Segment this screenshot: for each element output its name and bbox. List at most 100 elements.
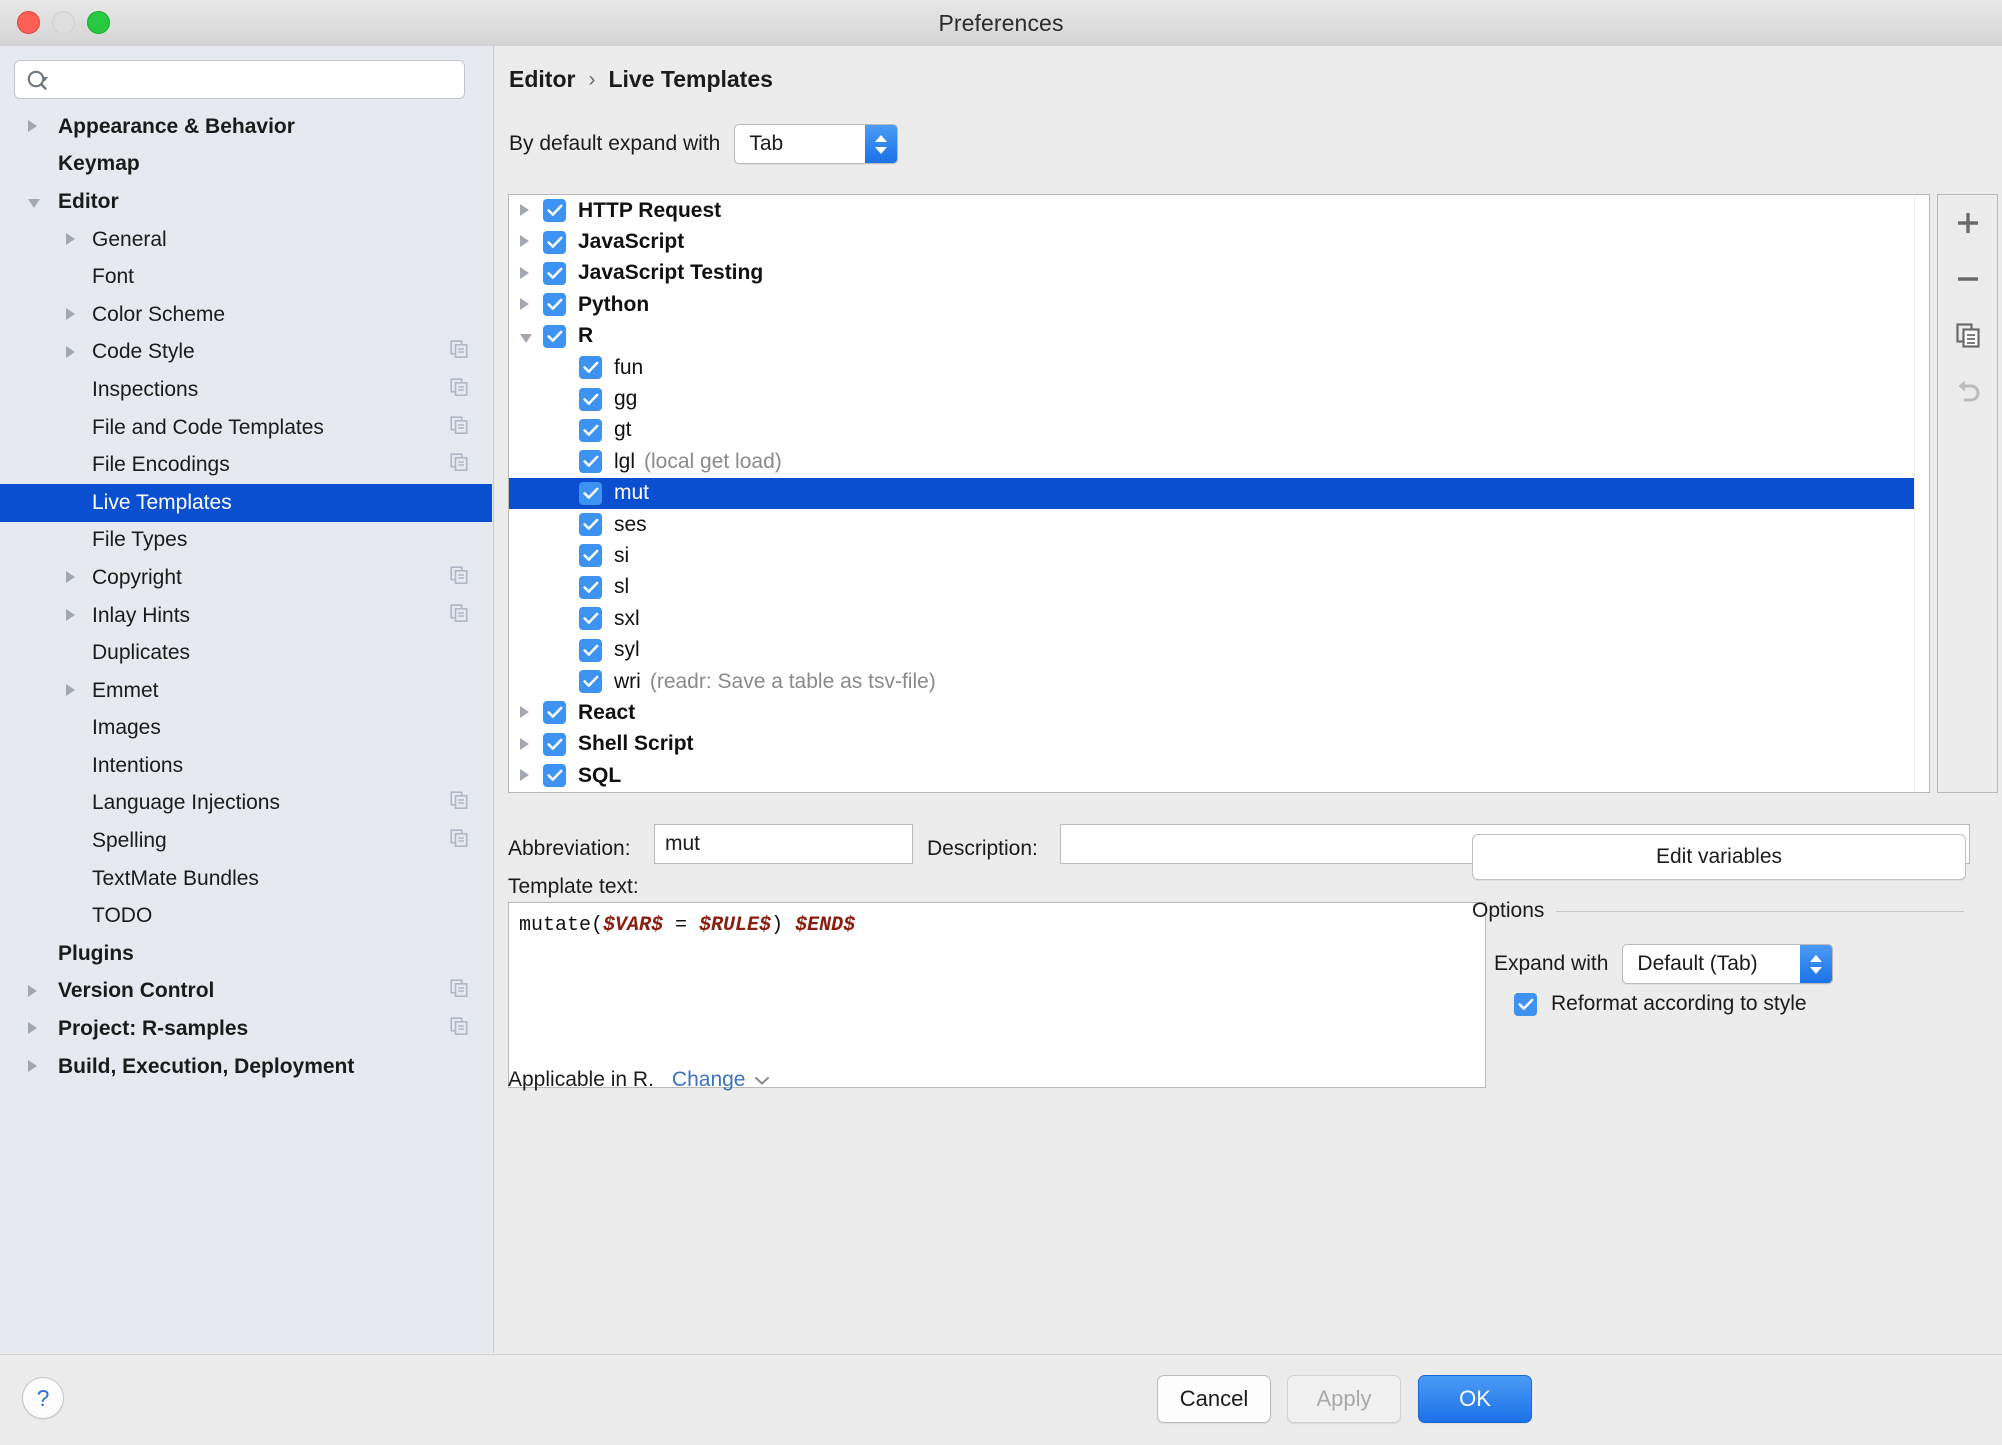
- template-checkbox[interactable]: [543, 293, 566, 317]
- template-checkbox[interactable]: [579, 481, 602, 505]
- template-row[interactable]: HTTP Request: [509, 195, 1929, 226]
- template-checkbox[interactable]: [543, 324, 566, 348]
- abbreviation-input[interactable]: [655, 827, 912, 861]
- sidebar-item-color-scheme[interactable]: Color Scheme: [0, 296, 492, 334]
- sidebar-item-todo[interactable]: TODO: [0, 897, 492, 935]
- add-template-button[interactable]: [1938, 195, 1997, 251]
- edit-variables-button[interactable]: Edit variables: [1472, 834, 1966, 880]
- sidebar-item-inspections[interactable]: Inspections: [0, 371, 492, 409]
- template-checkbox[interactable]: [543, 701, 566, 725]
- template-row[interactable]: mut: [509, 477, 1929, 509]
- chevron-down-icon[interactable]: [520, 333, 532, 343]
- chevron-right-icon[interactable]: [520, 235, 529, 248]
- template-checkbox[interactable]: [579, 387, 602, 411]
- template-text-editor[interactable]: mutate($VAR$ = $RULE$) $END$: [508, 902, 1486, 1088]
- template-checkbox[interactable]: [579, 638, 602, 662]
- cancel-button[interactable]: Cancel: [1157, 1375, 1271, 1423]
- search-input[interactable]: [52, 63, 464, 96]
- expand-with-select[interactable]: Default (Tab): [1622, 944, 1834, 984]
- abbreviation-field[interactable]: [654, 824, 913, 864]
- chevron-right-icon[interactable]: [28, 120, 37, 132]
- chevron-right-icon[interactable]: [520, 706, 529, 719]
- template-row[interactable]: React: [509, 697, 1929, 728]
- reformat-checkbox[interactable]: [1514, 992, 1537, 1016]
- chevron-right-icon[interactable]: [28, 984, 37, 997]
- template-checkbox[interactable]: [543, 732, 566, 756]
- sidebar-item-file-types[interactable]: File Types: [0, 522, 492, 560]
- chevron-right-icon[interactable]: [66, 232, 75, 245]
- template-row[interactable]: sxl: [509, 603, 1929, 634]
- sidebar-item-textmate-bundles[interactable]: TextMate Bundles: [0, 860, 492, 898]
- sidebar-item-plugins[interactable]: Plugins: [0, 935, 492, 973]
- sidebar-item-file-encodings[interactable]: File Encodings: [0, 446, 492, 484]
- template-row[interactable]: sl: [509, 572, 1929, 603]
- sidebar-item-language-injections[interactable]: Language Injections: [0, 785, 492, 823]
- sidebar-item-file-and-code-templates[interactable]: File and Code Templates: [0, 409, 492, 447]
- sidebar-item-duplicates[interactable]: Duplicates: [0, 634, 492, 672]
- template-row[interactable]: wri (readr: Save a table as tsv-file): [509, 666, 1929, 697]
- template-checkbox[interactable]: [579, 356, 602, 380]
- template-checkbox[interactable]: [579, 544, 602, 568]
- chevron-right-icon[interactable]: [28, 1022, 37, 1035]
- chevron-updown-icon[interactable]: [865, 125, 898, 163]
- remove-template-button[interactable]: [1938, 251, 1997, 307]
- template-checkbox[interactable]: [543, 199, 566, 223]
- chevron-right-icon[interactable]: [520, 266, 529, 279]
- template-row[interactable]: si: [509, 540, 1929, 571]
- template-row[interactable]: fun: [509, 352, 1929, 383]
- chevron-right-icon[interactable]: [28, 1059, 37, 1072]
- help-button[interactable]: ?: [22, 1377, 64, 1419]
- sidebar-item-font[interactable]: Font: [0, 258, 492, 296]
- template-checkbox[interactable]: [579, 513, 602, 537]
- sidebar-item-images[interactable]: Images: [0, 710, 492, 748]
- sidebar-item-live-templates[interactable]: Live Templates: [0, 483, 492, 522]
- template-checkbox[interactable]: [579, 670, 602, 694]
- chevron-right-icon[interactable]: [66, 683, 75, 696]
- template-row[interactable]: R: [509, 321, 1929, 352]
- sidebar-item-build-execution-deployment[interactable]: Build, Execution, Deployment: [0, 1048, 492, 1086]
- sidebar-item-editor[interactable]: Editor: [0, 183, 492, 221]
- chevron-right-icon[interactable]: [66, 608, 75, 621]
- template-row[interactable]: Python: [509, 289, 1929, 320]
- chevron-right-icon[interactable]: [66, 571, 75, 584]
- template-checkbox[interactable]: [579, 418, 602, 442]
- template-row[interactable]: syl: [509, 634, 1929, 665]
- template-row[interactable]: gt: [509, 415, 1929, 446]
- sidebar-item-emmet[interactable]: Emmet: [0, 672, 492, 710]
- sidebar-item-appearance-behavior[interactable]: Appearance & Behavior: [0, 108, 492, 146]
- chevron-right-icon[interactable]: [520, 737, 529, 750]
- chevron-updown-icon[interactable]: [1800, 945, 1833, 983]
- template-checkbox[interactable]: [543, 261, 566, 285]
- template-row[interactable]: ses: [509, 509, 1929, 540]
- search-box[interactable]: [14, 60, 465, 99]
- breadcrumb-parent[interactable]: Editor: [509, 66, 575, 93]
- sidebar-item-intentions[interactable]: Intentions: [0, 747, 492, 785]
- chevron-right-icon[interactable]: [66, 345, 75, 358]
- sidebar-item-spelling[interactable]: Spelling: [0, 822, 492, 860]
- template-row[interactable]: JavaScript: [509, 226, 1929, 257]
- chevron-right-icon[interactable]: [520, 204, 529, 216]
- revert-template-button[interactable]: [1938, 363, 1997, 419]
- reformat-option[interactable]: Reformat according to style: [1514, 992, 1807, 1016]
- tree-scrollbar[interactable]: [1914, 195, 1929, 792]
- sidebar-item-keymap[interactable]: Keymap: [0, 146, 492, 184]
- template-row[interactable]: JavaScript Testing: [509, 258, 1929, 289]
- sidebar-item-inlay-hints[interactable]: Inlay Hints: [0, 597, 492, 635]
- template-row[interactable]: gg: [509, 383, 1929, 414]
- sidebar-item-general[interactable]: General: [0, 221, 492, 259]
- sidebar-item-copyright[interactable]: Copyright: [0, 559, 492, 597]
- ok-button[interactable]: OK: [1418, 1375, 1532, 1423]
- template-checkbox[interactable]: [579, 607, 602, 631]
- template-row[interactable]: lgl (local get load): [509, 446, 1929, 477]
- template-row[interactable]: Shell Script: [509, 729, 1929, 760]
- sidebar-item-code-style[interactable]: Code Style: [0, 334, 492, 372]
- default-expand-select[interactable]: Tab: [734, 124, 899, 164]
- chevron-down-icon[interactable]: [28, 199, 40, 209]
- chevron-right-icon[interactable]: [66, 307, 75, 320]
- change-context-link[interactable]: Change: [672, 1068, 772, 1092]
- template-checkbox[interactable]: [579, 450, 602, 474]
- apply-button[interactable]: Apply: [1287, 1375, 1401, 1423]
- chevron-right-icon[interactable]: [520, 298, 529, 311]
- template-row[interactable]: SQL: [509, 760, 1929, 791]
- chevron-right-icon[interactable]: [520, 769, 529, 782]
